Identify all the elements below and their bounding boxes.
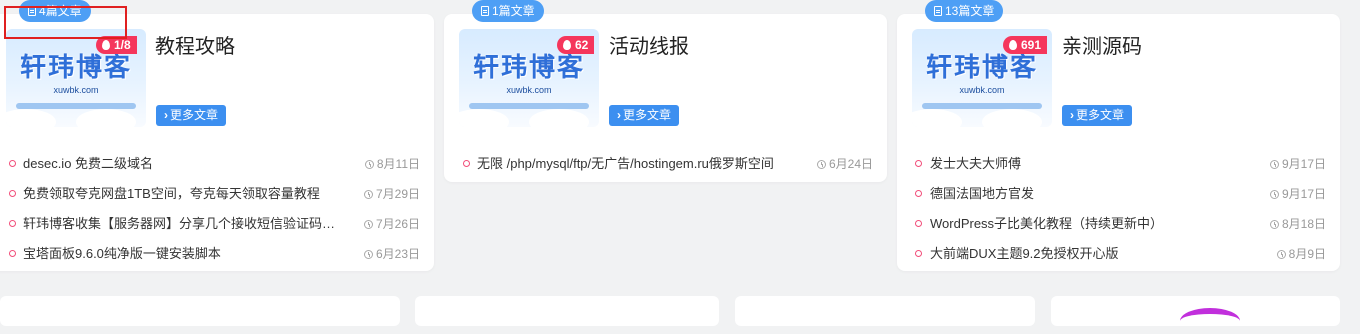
document-icon — [934, 6, 942, 16]
post-list: desec.io 免费二级域名 8月11日 免费领取夸克网盘1TB空间，夸克每天领… — [0, 149, 434, 269]
flame-icon — [102, 40, 110, 50]
decorative-arc — [1180, 308, 1240, 334]
bottom-card — [0, 296, 400, 326]
post-date: 8月9日 — [1276, 239, 1326, 269]
post-date: 6月24日 — [816, 149, 873, 179]
hot-count-badge: 691 — [1003, 36, 1048, 54]
post-date: 9月17日 — [1269, 179, 1326, 209]
list-item[interactable]: 大前端DUX主题9.2免授权开心版 8月9日 — [897, 239, 1340, 269]
chevron-right-icon: › — [617, 108, 621, 122]
list-item[interactable]: desec.io 免费二级域名 8月11日 — [0, 149, 434, 179]
hot-count-badge: 62 — [557, 36, 595, 54]
list-item[interactable]: 轩玮博客收集【服务器网】分享几个接收短信验证码的网站 7月26日 — [0, 209, 434, 239]
annotation-highlight-box — [4, 6, 127, 39]
list-item[interactable]: 发士大夫大师傅 9月17日 — [897, 149, 1340, 179]
clock-icon — [363, 190, 373, 199]
clock-icon — [363, 220, 373, 229]
post-title[interactable]: 德国法国地方官发 — [930, 179, 1250, 209]
category-title[interactable]: 活动线报 — [609, 30, 689, 59]
post-date: 8月11日 — [364, 149, 420, 179]
flame-icon — [563, 40, 571, 50]
post-title[interactable]: 宝塔面板9.6.0纯净版一键安装脚本 — [23, 239, 345, 269]
clock-icon — [816, 160, 826, 169]
post-date: 9月17日 — [1269, 149, 1326, 179]
category-title[interactable]: 教程攻略 — [155, 30, 235, 59]
list-item[interactable]: 免费领取夸克网盘1TB空间，夸克每天领取容量教程 7月29日 — [0, 179, 434, 209]
post-list: 发士大夫大师傅 9月17日 德国法国地方官发 9月17日 WordPress子比美化… — [897, 149, 1340, 269]
document-icon — [481, 6, 489, 16]
post-date: 8月18日 — [1269, 209, 1326, 239]
clock-icon — [1269, 160, 1279, 169]
post-date: 7月29日 — [363, 179, 420, 209]
more-articles-button[interactable]: › 更多文章 — [609, 105, 680, 126]
list-item[interactable]: 德国法国地方官发 9月17日 — [897, 179, 1340, 209]
clock-icon — [1276, 250, 1286, 259]
post-date: 6月23日 — [363, 239, 420, 269]
post-title[interactable]: 大前端DUX主题9.2免授权开心版 — [930, 239, 1250, 269]
clock-icon — [364, 160, 374, 169]
flame-icon — [1009, 40, 1017, 50]
post-title[interactable]: 发士大夫大师傅 — [930, 149, 1250, 179]
article-count-badge: 13篇文章 — [925, 0, 1004, 22]
post-title[interactable]: WordPress子比美化教程（持续更新中） — [930, 209, 1250, 239]
clock-icon — [1269, 220, 1279, 229]
category-card-source-code: 13篇文章 轩玮博客 xuwbk.com 691 亲测源码 › 更多文章 发士大夫… — [897, 0, 1340, 271]
bottom-card — [415, 296, 719, 326]
chevron-right-icon: › — [1070, 108, 1074, 122]
clock-icon — [1269, 190, 1279, 199]
category-card-tutorials: 4篇文章 轩玮博客 xuwbk.com 1/8 教程攻略 › 更多文章 desec… — [0, 0, 434, 271]
list-item[interactable]: 宝塔面板9.6.0纯净版一键安装脚本 6月23日 — [0, 239, 434, 269]
more-articles-button[interactable]: › 更多文章 — [156, 105, 227, 126]
article-count-badge: 1篇文章 — [472, 0, 544, 22]
more-articles-button[interactable]: › 更多文章 — [1062, 105, 1133, 126]
post-title[interactable]: desec.io 免费二级域名 — [23, 149, 345, 179]
post-title[interactable]: 轩玮博客收集【服务器网】分享几个接收短信验证码的网站 — [23, 209, 345, 239]
post-title[interactable]: 免费领取夸克网盘1TB空间，夸克每天领取容量教程 — [23, 179, 345, 209]
category-title[interactable]: 亲测源码 — [1062, 30, 1142, 59]
post-list: 无限 /php/mysql/ftp/无广告/hostingem.ru俄罗斯空间 6… — [444, 149, 887, 179]
list-item[interactable]: WordPress子比美化教程（持续更新中） 8月18日 — [897, 209, 1340, 239]
clock-icon — [363, 250, 373, 259]
chevron-right-icon: › — [164, 108, 168, 122]
post-date: 7月26日 — [363, 209, 420, 239]
category-card-activities: 1篇文章 轩玮博客 xuwbk.com 62 活动线报 › 更多文章 无限 /ph… — [444, 0, 887, 182]
bottom-card — [735, 296, 1035, 326]
list-item[interactable]: 无限 /php/mysql/ftp/无广告/hostingem.ru俄罗斯空间 6… — [444, 149, 887, 179]
post-title[interactable]: 无限 /php/mysql/ftp/无广告/hostingem.ru俄罗斯空间 — [477, 149, 817, 179]
